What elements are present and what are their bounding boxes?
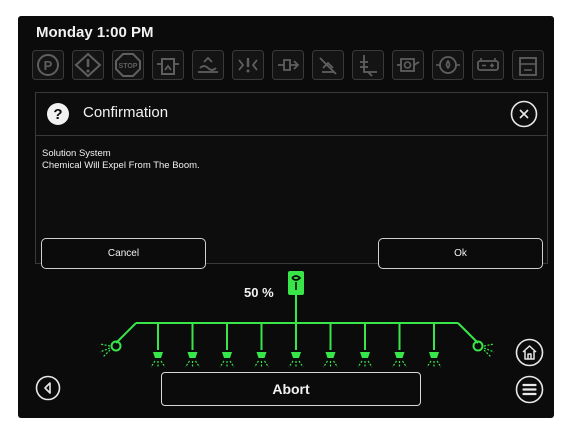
fuel-icon [512, 50, 544, 80]
dialog-title: Confirmation [83, 104, 169, 121]
nozzle-icon [254, 352, 269, 368]
nozzle-icon [185, 352, 200, 368]
nozzle-icon [312, 50, 344, 80]
nozzle-icon [150, 352, 166, 368]
nozzle-icon [392, 352, 407, 368]
section-valve-icon [288, 271, 304, 295]
close-icon[interactable] [510, 100, 538, 128]
display-screen: Monday 1:00 PM P STOP ? Confirmation Solu… [18, 16, 554, 418]
status-icon-row: P STOP [32, 50, 546, 82]
nozzle-icon [288, 352, 304, 368]
svg-text:STOP: STOP [119, 63, 138, 70]
cancel-button[interactable]: Cancel [41, 238, 206, 269]
engine-oil-icon [432, 50, 464, 80]
ok-button[interactable]: Ok [378, 238, 543, 269]
warning-icon [72, 50, 104, 80]
pressure-icon [232, 50, 264, 80]
home-button[interactable] [515, 338, 544, 367]
parking-brake-icon: P [32, 50, 64, 80]
confirmation-dialog: ? Confirmation Solution System Chemical … [35, 92, 548, 269]
boom-wing-right [457, 322, 479, 344]
boom-level-icon [352, 50, 384, 80]
nozzle-icon [219, 352, 235, 368]
application-rate: 50 % [244, 285, 274, 300]
dialog-header: ? Confirmation [36, 93, 547, 136]
end-nozzle-icon [472, 340, 495, 358]
question-icon: ? [47, 103, 69, 125]
boom-graphic [99, 271, 495, 368]
battery-icon [472, 50, 504, 80]
abort-button[interactable]: Abort [161, 372, 421, 406]
clock: Monday 1:00 PM [36, 24, 154, 41]
stop-icon: STOP [112, 50, 144, 80]
boom-wing-left [115, 322, 137, 344]
dialog-message-line-2: Chemical Will Expel From The Boom. [42, 160, 200, 171]
end-nozzle-icon [99, 340, 122, 358]
agitation-icon [192, 50, 224, 80]
nozzle-icon [426, 352, 442, 368]
tank-icon [152, 50, 184, 80]
dialog-message-line-1: Solution System [42, 148, 111, 159]
nozzle-icon [357, 352, 373, 368]
svg-text:P: P [44, 58, 53, 73]
menu-button[interactable] [515, 375, 544, 404]
flow-icon [272, 50, 304, 80]
back-button[interactable] [35, 375, 61, 401]
boom-diagram: 50 % [18, 266, 554, 376]
svg-text:?: ? [53, 106, 62, 123]
oil-icon [392, 50, 424, 80]
nozzle-icon [323, 352, 338, 368]
